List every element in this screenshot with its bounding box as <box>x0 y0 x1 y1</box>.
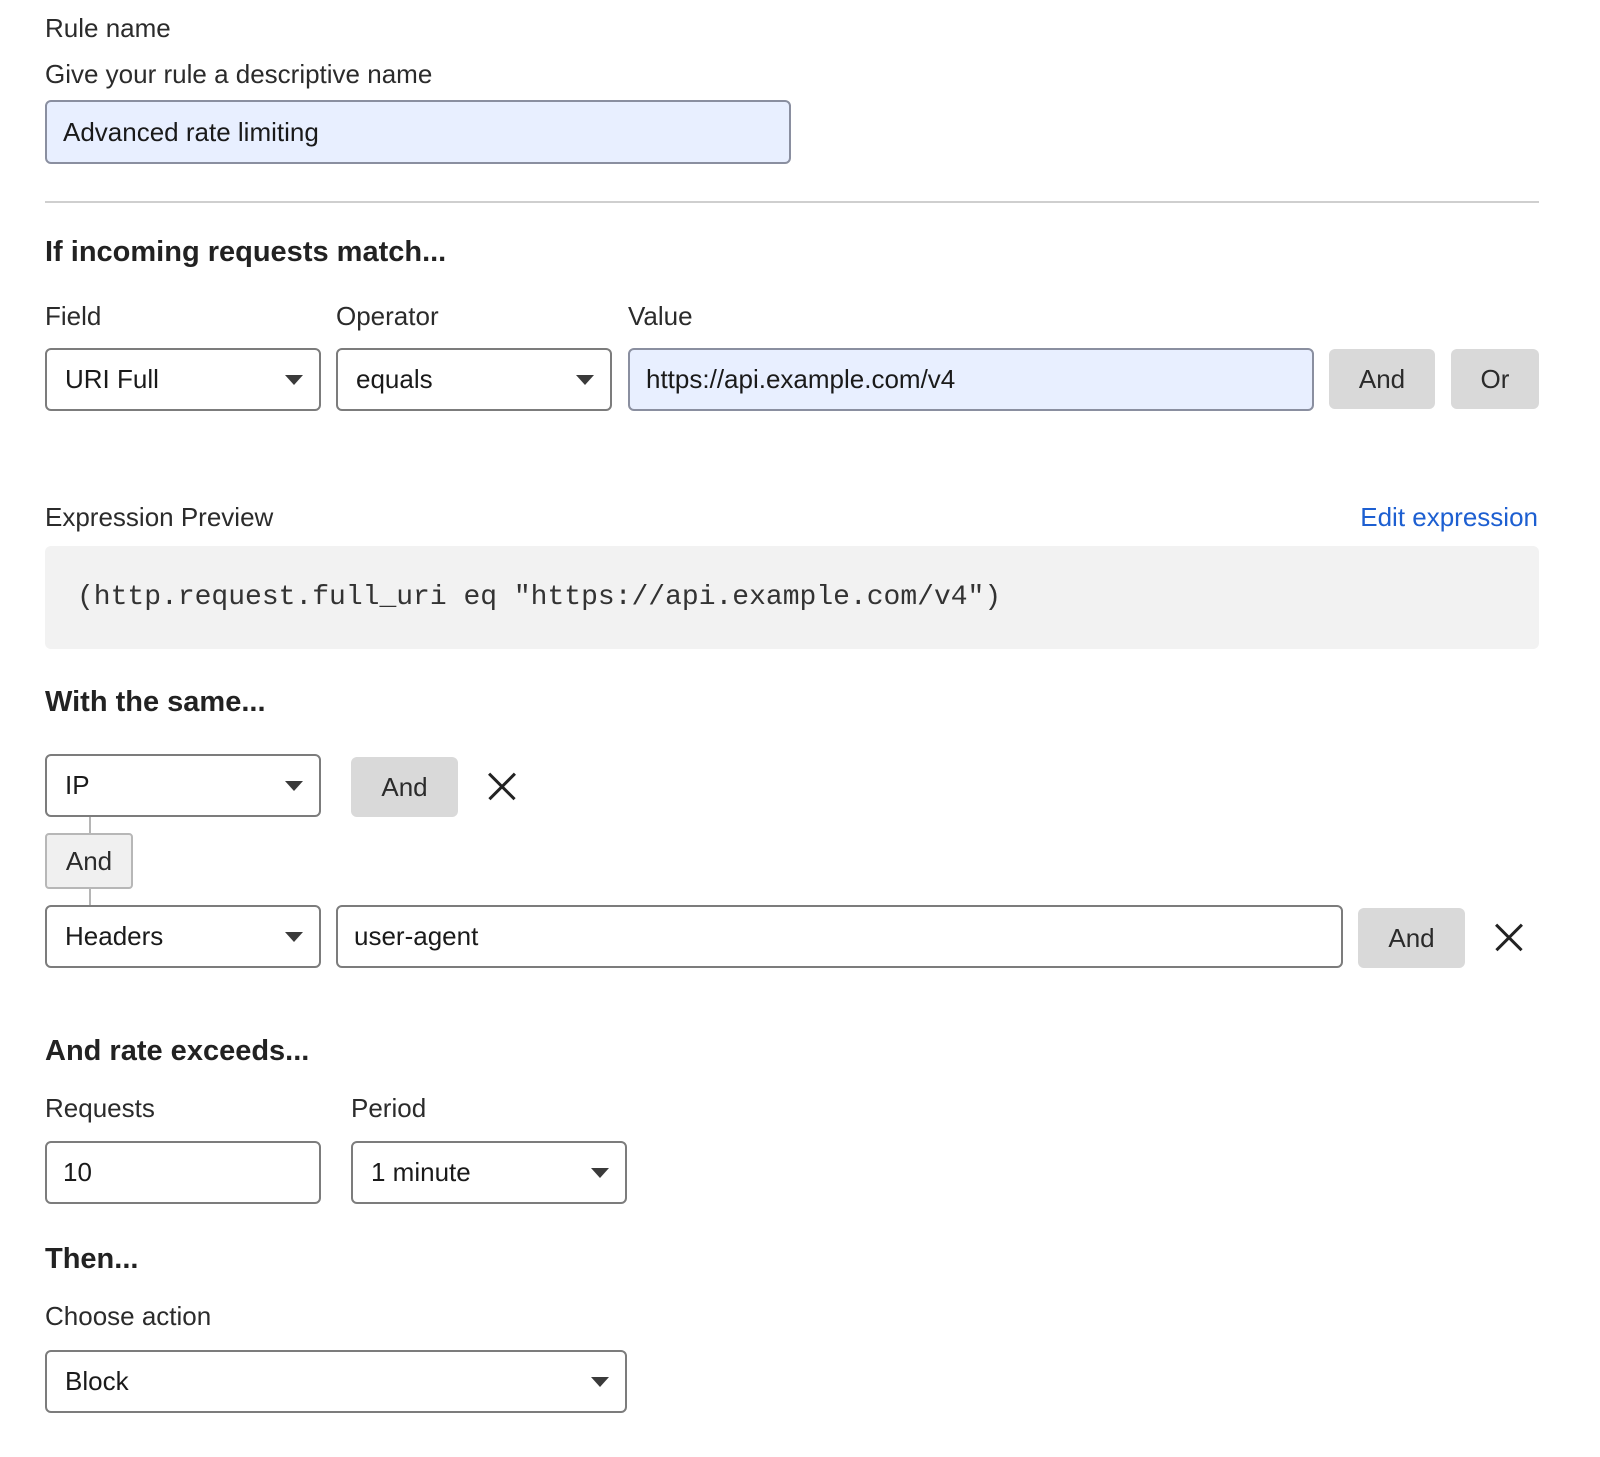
chevron-down-icon <box>285 931 303 942</box>
rate-heading: And rate exceeds... <box>45 1035 310 1067</box>
then-heading: Then... <box>45 1243 139 1275</box>
action-label: Choose action <box>45 1301 212 1331</box>
requests-label: Requests <box>45 1093 155 1123</box>
connector-line-bottom <box>89 889 91 905</box>
expression-preview: (http.request.full_uri eq "https://api.e… <box>45 546 1539 649</box>
same-heading: With the same... <box>45 686 266 718</box>
close-icon[interactable] <box>487 771 517 801</box>
chevron-down-icon <box>285 374 303 385</box>
chevron-down-icon <box>576 374 594 385</box>
and-button[interactable]: And <box>1329 349 1435 409</box>
field-select[interactable]: URI Full <box>45 348 321 411</box>
value-input[interactable]: https://api.example.com/v4 <box>628 348 1314 411</box>
rule-name-value: Advanced rate limiting <box>63 116 319 147</box>
field-select-value: URI Full <box>65 364 159 394</box>
operator-label: Operator <box>336 301 439 331</box>
chevron-down-icon <box>591 1376 609 1387</box>
edit-expression-link[interactable]: Edit expression <box>1360 502 1538 532</box>
section-divider <box>45 201 1539 203</box>
expression-code: (http.request.full_uri eq "https://api.e… <box>77 582 1002 613</box>
header-name-value: user-agent <box>354 921 479 951</box>
close-icon[interactable] <box>1494 922 1524 952</box>
expression-preview-label: Expression Preview <box>45 502 274 532</box>
header-name-input[interactable]: user-agent <box>336 905 1343 968</box>
field-label: Field <box>45 301 102 331</box>
characteristic-select-headers-value: Headers <box>65 921 164 951</box>
characteristic-and-button-1[interactable]: And <box>351 757 458 817</box>
match-heading: If incoming requests match... <box>45 236 447 268</box>
characteristic-select-ip-value: IP <box>65 770 90 800</box>
rule-name-input[interactable]: Advanced rate limiting <box>45 100 791 164</box>
rule-name-hint: Give your rule a descriptive name <box>45 59 433 89</box>
chevron-down-icon <box>591 1167 609 1178</box>
operator-select-value: equals <box>356 364 433 394</box>
period-select-value: 1 minute <box>371 1157 471 1187</box>
connector-line-top <box>89 817 91 833</box>
characteristic-select-ip[interactable]: IP <box>45 754 321 817</box>
value-label: Value <box>628 301 693 331</box>
requests-value: 10 <box>63 1157 92 1187</box>
action-select[interactable]: Block <box>45 1350 627 1413</box>
value-input-value: https://api.example.com/v4 <box>646 364 956 394</box>
characteristic-and-button-2[interactable]: And <box>1358 908 1465 968</box>
join-and-badge: And <box>45 833 133 889</box>
requests-input[interactable]: 10 <box>45 1141 321 1204</box>
operator-select[interactable]: equals <box>336 348 612 411</box>
period-select[interactable]: 1 minute <box>351 1141 627 1204</box>
characteristic-select-headers[interactable]: Headers <box>45 905 321 968</box>
period-label: Period <box>351 1093 427 1123</box>
or-button[interactable]: Or <box>1451 349 1539 409</box>
action-select-value: Block <box>65 1366 129 1396</box>
rule-name-label: Rule name <box>45 13 171 43</box>
chevron-down-icon <box>285 780 303 791</box>
